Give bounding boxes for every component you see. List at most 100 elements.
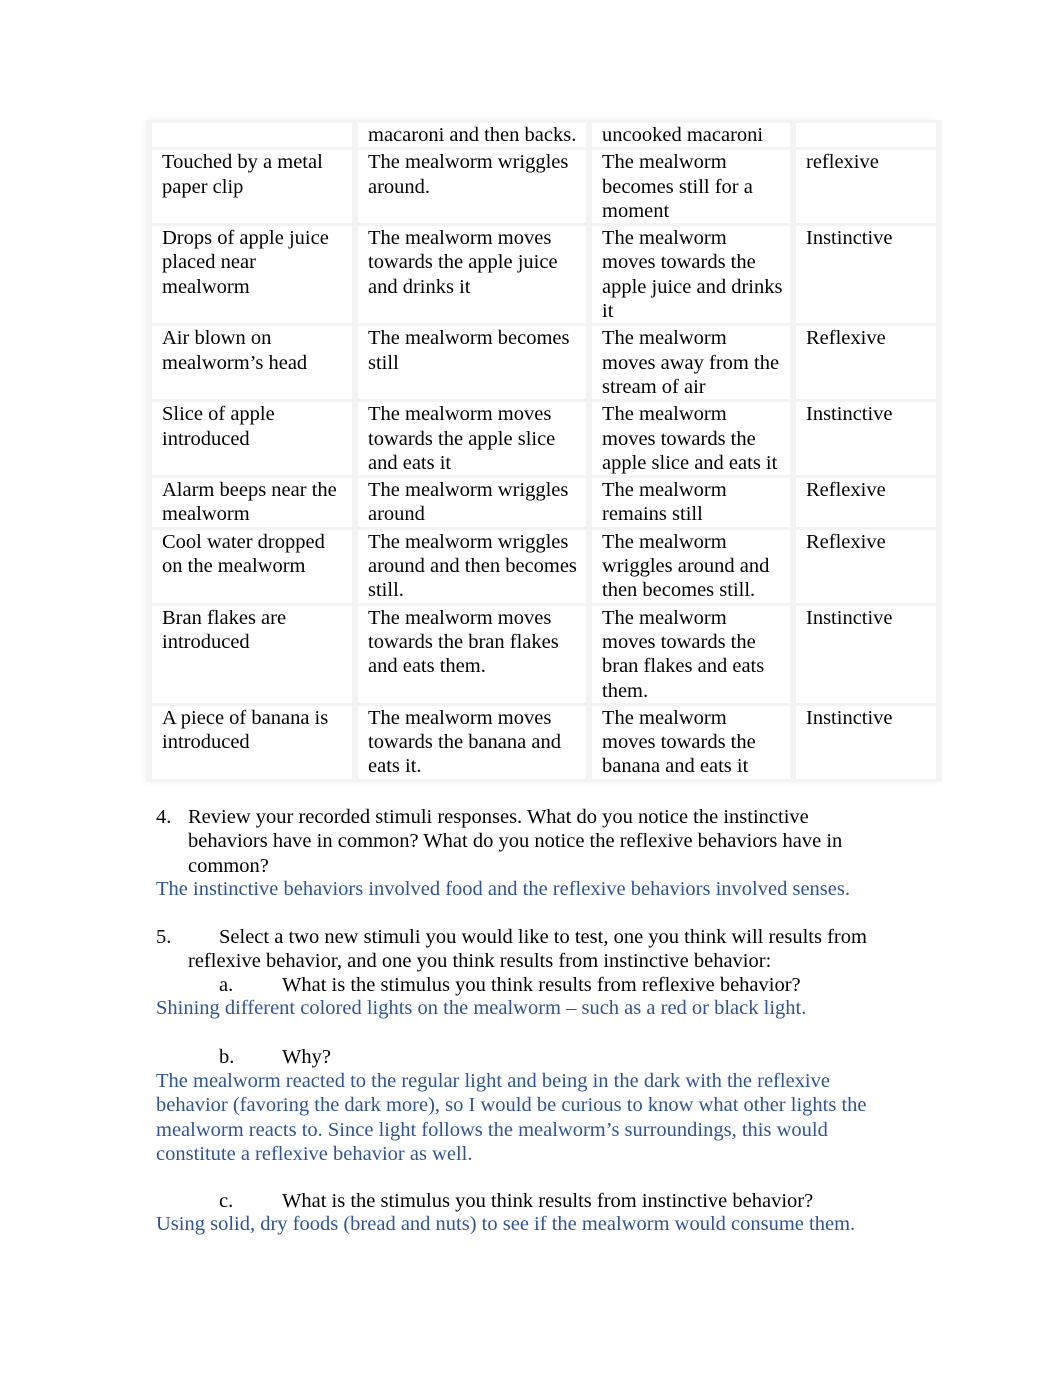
stimulus-text: Air blown on mealworm’s head (162, 327, 308, 374)
table-row: macaroni and then backs. uncooked macaron… (146, 119, 942, 151)
table-cell-stimulus: A piece of banana is introduced (146, 702, 358, 782)
table-cell-hypothesis: The mealworm moves towards the apple sli… (352, 399, 592, 479)
stimulus-text: Bran flakes are introduced (162, 606, 287, 653)
table-cell-hypothesis: The mealworm becomes still (352, 323, 592, 403)
answer-line: mealworm reacts to. Since light follows … (156, 1118, 828, 1141)
answer-5a: Shining different colored lights on the … (156, 997, 807, 1019)
table-row: Touched by a metal paper clip The mealwor… (146, 147, 942, 227)
table-cell-stimulus: Drops of apple juice placed near mealwor… (146, 223, 358, 327)
stimulus-text: A piece of banana is introduced (162, 706, 329, 754)
table-row: Cool water dropped on the mealworm The me… (146, 526, 942, 606)
hypothesis-text: The mealworm moves towards the banana an… (368, 706, 561, 778)
sub-question-text: What is the stimulus you think results f… (282, 974, 801, 996)
question-5a: a. What is the stimulus you think results… (219, 973, 801, 997)
observation-text: The mealworm moves towards the apple jui… (602, 227, 783, 323)
hypothesis-text: The mealworm wriggles around. (368, 151, 569, 198)
observation-text: The mealworm remains still (602, 479, 727, 526)
table-cell-behavior: Instinctive (790, 223, 942, 327)
table-cell-hypothesis: macaroni and then backs. (352, 119, 592, 151)
hypothesis-text: The mealworm wriggles around and then be… (368, 530, 577, 602)
answer-line: The mealworm reacted to the regular ligh… (156, 1070, 830, 1092)
table-cell-behavior: Instinctive (790, 399, 942, 479)
table-cell-stimulus: Bran flakes are introduced (146, 602, 358, 706)
table-cell-observation: The mealworm moves towards the apple sli… (586, 399, 796, 479)
question-text: common? (188, 854, 269, 877)
table-cell-hypothesis: The mealworm wriggles around. (352, 147, 592, 227)
table-cell-observation: The mealworm moves towards the bran flak… (586, 602, 796, 706)
question-5: 5. Select a two new stimuli you would lik… (156, 925, 896, 974)
behavior-text: reflexive (806, 151, 879, 174)
table-cell-hypothesis: The mealworm wriggles around (352, 475, 592, 530)
behavior-text: Instinctive (806, 403, 893, 426)
table-cell-observation: uncooked macaroni (586, 119, 796, 151)
table-cell-observation: The mealworm moves towards the banana an… (586, 702, 796, 782)
table-cell-stimulus: Cool water dropped on the mealworm (146, 526, 358, 606)
table-row: Bran flakes are introduced The mealworm m… (146, 602, 942, 706)
table-cell-behavior: Reflexive (790, 475, 942, 530)
behavior-text: Instinctive (806, 706, 893, 729)
behavior-text: Instinctive (806, 606, 893, 629)
table-row: Air blown on mealworm’s head The mealworm… (146, 323, 942, 403)
table-cell-hypothesis: The mealworm wriggles around and then be… (352, 526, 592, 606)
table-cell-stimulus: Touched by a metal paper clip (146, 147, 358, 227)
table-cell-behavior: Instinctive (790, 702, 942, 782)
answer-line: constitute a reflexive behavior as well. (156, 1142, 473, 1165)
answer-4: The instinctive behaviors involved food … (156, 878, 850, 900)
observation-text: The mealworm moves towards the bran flak… (602, 606, 765, 702)
behavior-text: Reflexive (806, 530, 886, 553)
observation-text: The mealworm moves away from the stream … (602, 327, 780, 398)
stimuli-response-table: macaroni and then backs. uncooked macaron… (146, 119, 942, 782)
document-page: macaroni and then backs. uncooked macaron… (0, 0, 1062, 1377)
table-cell-stimulus: Slice of apple introduced (146, 399, 358, 479)
behavior-text: Reflexive (806, 327, 886, 350)
table-row: Drops of apple juice placed near mealwor… (146, 223, 942, 327)
observation-text: uncooked macaroni (602, 124, 764, 146)
question-number: 4. (156, 806, 172, 828)
behavior-text: Instinctive (806, 227, 893, 250)
hypothesis-text: The mealworm moves towards the bran flak… (368, 606, 559, 678)
observation-text: The mealworm moves towards the banana an… (602, 706, 756, 778)
stimulus-text: Slice of apple introduced (162, 403, 275, 450)
table-row: A piece of banana is introduced The mealw… (146, 702, 942, 782)
table-cell-hypothesis: The mealworm moves towards the apple jui… (352, 223, 592, 327)
question-text: behaviors have in common? What do you no… (188, 830, 843, 853)
question-text: Review your recorded stimuli responses. … (188, 806, 809, 828)
hypothesis-text: The mealworm wriggles around (368, 479, 569, 526)
table-cell-stimulus: Alarm beeps near the mealworm (146, 475, 358, 530)
behavior-text: Reflexive (806, 479, 886, 502)
hypothesis-text: The mealworm becomes still (368, 327, 570, 374)
question-5c: c. What is the stimulus you think results… (219, 1189, 813, 1213)
table-cell-stimulus (146, 119, 358, 151)
observation-text: The mealworm becomes still for a moment (602, 151, 753, 222)
table-row: Alarm beeps near the mealworm The mealwor… (146, 475, 942, 530)
table-cell-behavior: reflexive (790, 147, 942, 227)
table-cell-behavior: Reflexive (790, 526, 942, 606)
sub-letter: a. (219, 974, 234, 996)
question-text: Select a two new stimuli you would like … (219, 926, 867, 948)
table-cell-stimulus: Air blown on mealworm’s head (146, 323, 358, 403)
stimulus-text: Cool water dropped on the mealworm (162, 530, 325, 578)
table-cell-observation: The mealworm becomes still for a moment (586, 147, 796, 227)
hypothesis-text: The mealworm moves towards the apple sli… (368, 403, 556, 474)
hypothesis-text: The mealworm moves towards the apple jui… (368, 227, 558, 298)
table-cell-observation: The mealworm remains still (586, 475, 796, 530)
table-cell-behavior: Instinctive (790, 602, 942, 706)
table-body: macaroni and then backs. uncooked macaron… (146, 119, 942, 782)
stimulus-text: Touched by a metal paper clip (162, 151, 323, 198)
table-cell-hypothesis: The mealworm moves towards the bran flak… (352, 602, 592, 706)
sub-question-text: What is the stimulus you think results f… (282, 1190, 814, 1212)
stimuli-table: macaroni and then backs. uncooked macaron… (146, 119, 942, 782)
question-4: 4. Review your recorded stimuli responses… (156, 805, 896, 878)
sub-letter: c. (219, 1190, 234, 1212)
question-text: reflexive behavior, and one you think re… (188, 950, 772, 973)
table-cell-hypothesis: The mealworm moves towards the banana an… (352, 702, 592, 782)
table-cell-behavior: Reflexive (790, 323, 942, 403)
hypothesis-text: macaroni and then backs. (368, 124, 577, 146)
answer-5b: The mealworm reacted to the regular ligh… (156, 1069, 896, 1166)
stimulus-text: Drops of apple juice placed near mealwor… (162, 227, 329, 298)
table-cell-observation: The mealworm moves towards the apple jui… (586, 223, 796, 327)
question-number: 5. (156, 926, 172, 948)
observation-text: The mealworm wriggles around and then be… (602, 530, 770, 602)
table-cell-observation: The mealworm wriggles around and then be… (586, 526, 796, 606)
answer-5c: Using solid, dry foods (bread and nuts) … (156, 1213, 856, 1235)
